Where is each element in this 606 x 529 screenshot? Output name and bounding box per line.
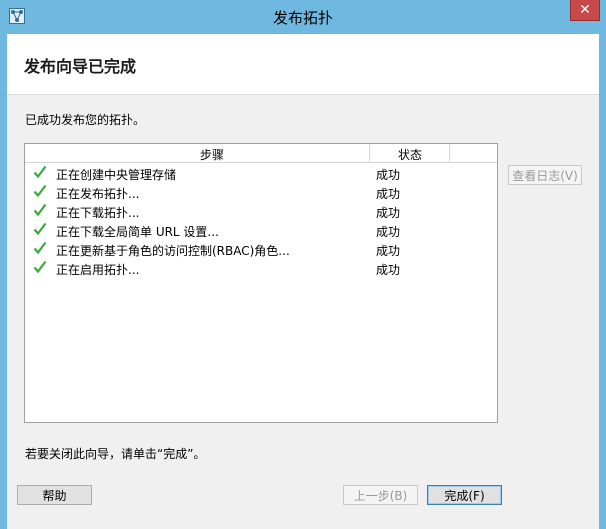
table-row[interactable]: 正在下载全局简单 URL 设置... 成功 [25,221,497,240]
step-label: 正在下载全局简单 URL 设置... [56,225,219,239]
table-row[interactable]: 正在创建中央管理存储 成功 [25,164,497,183]
step-label: 正在下载拓扑... [56,206,140,220]
window-frame-right [599,34,606,529]
table-row[interactable]: 正在启用拓扑... 成功 [25,259,497,278]
close-hint: 若要关闭此向导，请单击“完成”。 [25,447,206,461]
finish-button[interactable]: 完成(F) [427,485,502,505]
green-check-icon [33,241,47,255]
step-label: 正在启用拓扑... [56,263,140,277]
success-message: 已成功发布您的拓扑。 [25,113,146,127]
wizard-header: 发布向导已完成 [7,34,599,95]
green-check-icon [33,184,47,198]
green-check-icon [33,203,47,217]
column-header-step[interactable]: 步骤 [200,146,224,163]
table-header: 步骤 状态 [25,144,497,163]
back-button[interactable]: 上一步(B) [343,485,418,505]
column-divider[interactable] [449,144,450,162]
window-title: 发布拓扑 [272,9,333,27]
column-header-status[interactable]: 状态 [398,146,422,163]
page-title: 发布向导已完成 [24,57,137,76]
window-frame-left [0,34,7,529]
table-row[interactable]: 正在下载拓扑... 成功 [25,202,497,221]
help-button[interactable]: 帮助 [17,485,92,505]
status-label: 成功 [376,168,401,182]
step-label: 正在更新基于角色的访问控制(RBAC)角色... [56,244,290,258]
close-icon[interactable]: ✕ [579,2,591,18]
green-check-icon [33,222,47,236]
step-label: 正在发布拓扑... [56,187,140,201]
green-check-icon [33,165,47,179]
wizard-content: 已成功发布您的拓扑。 步骤 状态 正在创建中央管理存储 成功 正在发布拓扑...… [7,95,599,529]
table-row[interactable]: 正在发布拓扑... 成功 [25,183,497,202]
status-label: 成功 [376,206,401,220]
green-check-icon [33,260,47,274]
status-label: 成功 [376,244,401,258]
step-label: 正在创建中央管理存储 [56,168,177,182]
steps-table: 步骤 状态 正在创建中央管理存储 成功 正在发布拓扑... 成功 正在下载拓扑.… [24,143,498,423]
table-row[interactable]: 正在更新基于角色的访问控制(RBAC)角色... 成功 [25,240,497,259]
status-label: 成功 [376,263,401,277]
close-button[interactable]: ✕ [570,0,600,21]
status-label: 成功 [376,187,401,201]
title-bar: 发布拓扑 ✕ [0,0,606,34]
status-label: 成功 [376,225,401,239]
view-log-button[interactable]: 查看日志(V) [508,165,582,185]
column-divider[interactable] [369,144,370,162]
